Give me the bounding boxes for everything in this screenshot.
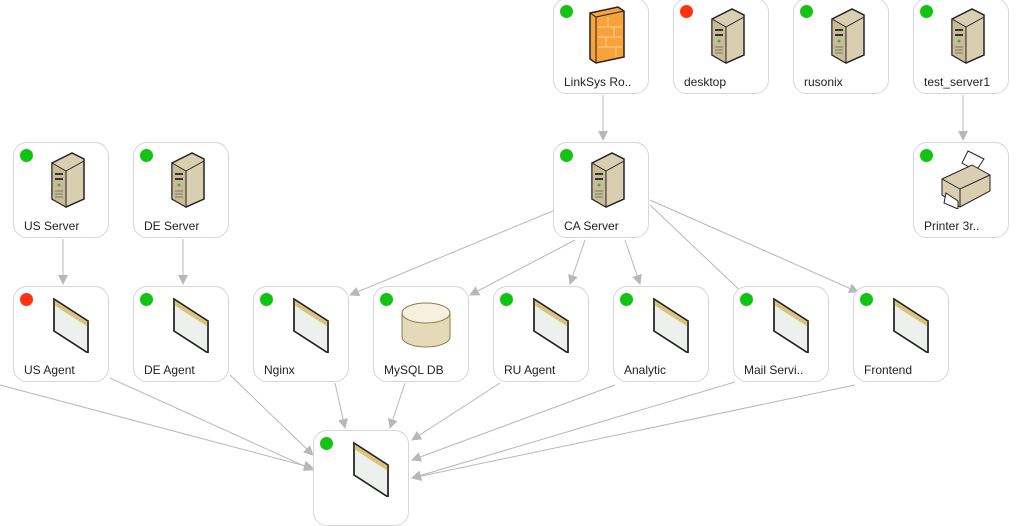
application-window-icon — [338, 437, 394, 499]
node-bottom[interactable] — [313, 430, 409, 526]
edge — [411, 384, 616, 462]
server-icon — [938, 5, 994, 65]
node-label: Nginx — [264, 363, 295, 377]
application-window-icon — [518, 293, 574, 355]
edge — [624, 239, 642, 285]
node-label: test_server1 — [924, 75, 991, 89]
edge — [649, 199, 859, 293]
node-de_agent[interactable]: DE Agent — [133, 286, 229, 382]
node-label: MySQL DB — [384, 363, 444, 377]
node-label: US Agent — [24, 363, 75, 377]
node-label: rusonix — [804, 75, 843, 89]
node-ru_agent[interactable]: RU Agent — [493, 286, 589, 382]
application-window-icon — [38, 293, 94, 355]
server-icon — [818, 5, 874, 65]
application-window-icon — [878, 293, 934, 355]
node-label: Mail Servi.. — [744, 363, 804, 377]
node-us_server[interactable]: US Server — [13, 142, 109, 238]
node-label: DE Server — [144, 219, 200, 233]
status-dot-ok — [380, 293, 393, 306]
edge — [109, 377, 314, 471]
node-ca_server[interactable]: CA Server — [553, 142, 649, 238]
printer-icon — [938, 149, 994, 210]
node-mail[interactable]: Mail Servi.. — [733, 286, 829, 382]
edge — [349, 209, 556, 297]
node-frontend[interactable]: Frontend — [853, 286, 949, 382]
firewall-icon — [578, 5, 634, 65]
status-dot-ok — [800, 5, 813, 18]
edge — [0, 384, 314, 471]
status-dot-ok — [500, 293, 513, 306]
node-de_server[interactable]: DE Server — [133, 142, 229, 238]
status-dot-ok — [920, 149, 933, 162]
node-us_agent[interactable]: US Agent — [13, 286, 109, 382]
node-desktop[interactable]: desktop — [673, 0, 769, 94]
status-dot-error — [680, 5, 693, 18]
application-window-icon — [278, 293, 334, 355]
node-label: Frontend — [864, 363, 913, 377]
status-dot-ok — [560, 5, 573, 18]
node-label: RU Agent — [504, 363, 556, 377]
status-dot-ok — [920, 5, 933, 18]
status-dot-ok — [140, 293, 153, 306]
node-label: Printer 3r.. — [924, 219, 980, 233]
status-dot-ok — [20, 149, 33, 162]
application-window-icon — [758, 293, 814, 355]
edge — [411, 382, 501, 441]
status-dot-ok — [860, 293, 873, 306]
edge — [334, 382, 348, 429]
application-window-icon — [638, 293, 694, 355]
status-dot-error — [20, 293, 33, 306]
node-printer[interactable]: Printer 3r.. — [913, 142, 1009, 238]
node-label: US Server — [24, 219, 80, 233]
server-icon — [38, 149, 94, 209]
node-label: desktop — [684, 75, 727, 89]
node-nginx[interactable]: Nginx — [253, 286, 349, 382]
edge — [411, 381, 736, 481]
status-dot-ok — [260, 293, 273, 306]
edge — [411, 384, 856, 482]
status-dot-ok — [620, 293, 633, 306]
status-dot-ok — [320, 437, 333, 450]
node-mysql[interactable]: MySQL DB — [373, 286, 469, 382]
node-test_server1[interactable]: test_server1 — [913, 0, 1009, 94]
node-label: CA Server — [564, 219, 619, 233]
node-rusonix[interactable]: rusonix — [793, 0, 889, 94]
edge — [388, 382, 406, 429]
node-label: Analytic — [624, 363, 667, 377]
node-analytic[interactable]: Analytic — [613, 286, 709, 382]
database-icon — [398, 293, 454, 353]
edge — [568, 239, 586, 285]
server-icon — [578, 149, 634, 209]
node-label: DE Agent — [144, 363, 195, 377]
application-window-icon — [158, 293, 214, 355]
node-label: LinkSys Ro.. — [564, 75, 632, 89]
node-linksys[interactable]: LinkSys Ro.. — [553, 0, 649, 94]
edge — [229, 374, 314, 456]
server-icon — [158, 149, 214, 209]
status-dot-ok — [560, 149, 573, 162]
status-dot-ok — [140, 149, 153, 162]
status-dot-ok — [740, 293, 753, 306]
server-icon — [698, 5, 754, 65]
